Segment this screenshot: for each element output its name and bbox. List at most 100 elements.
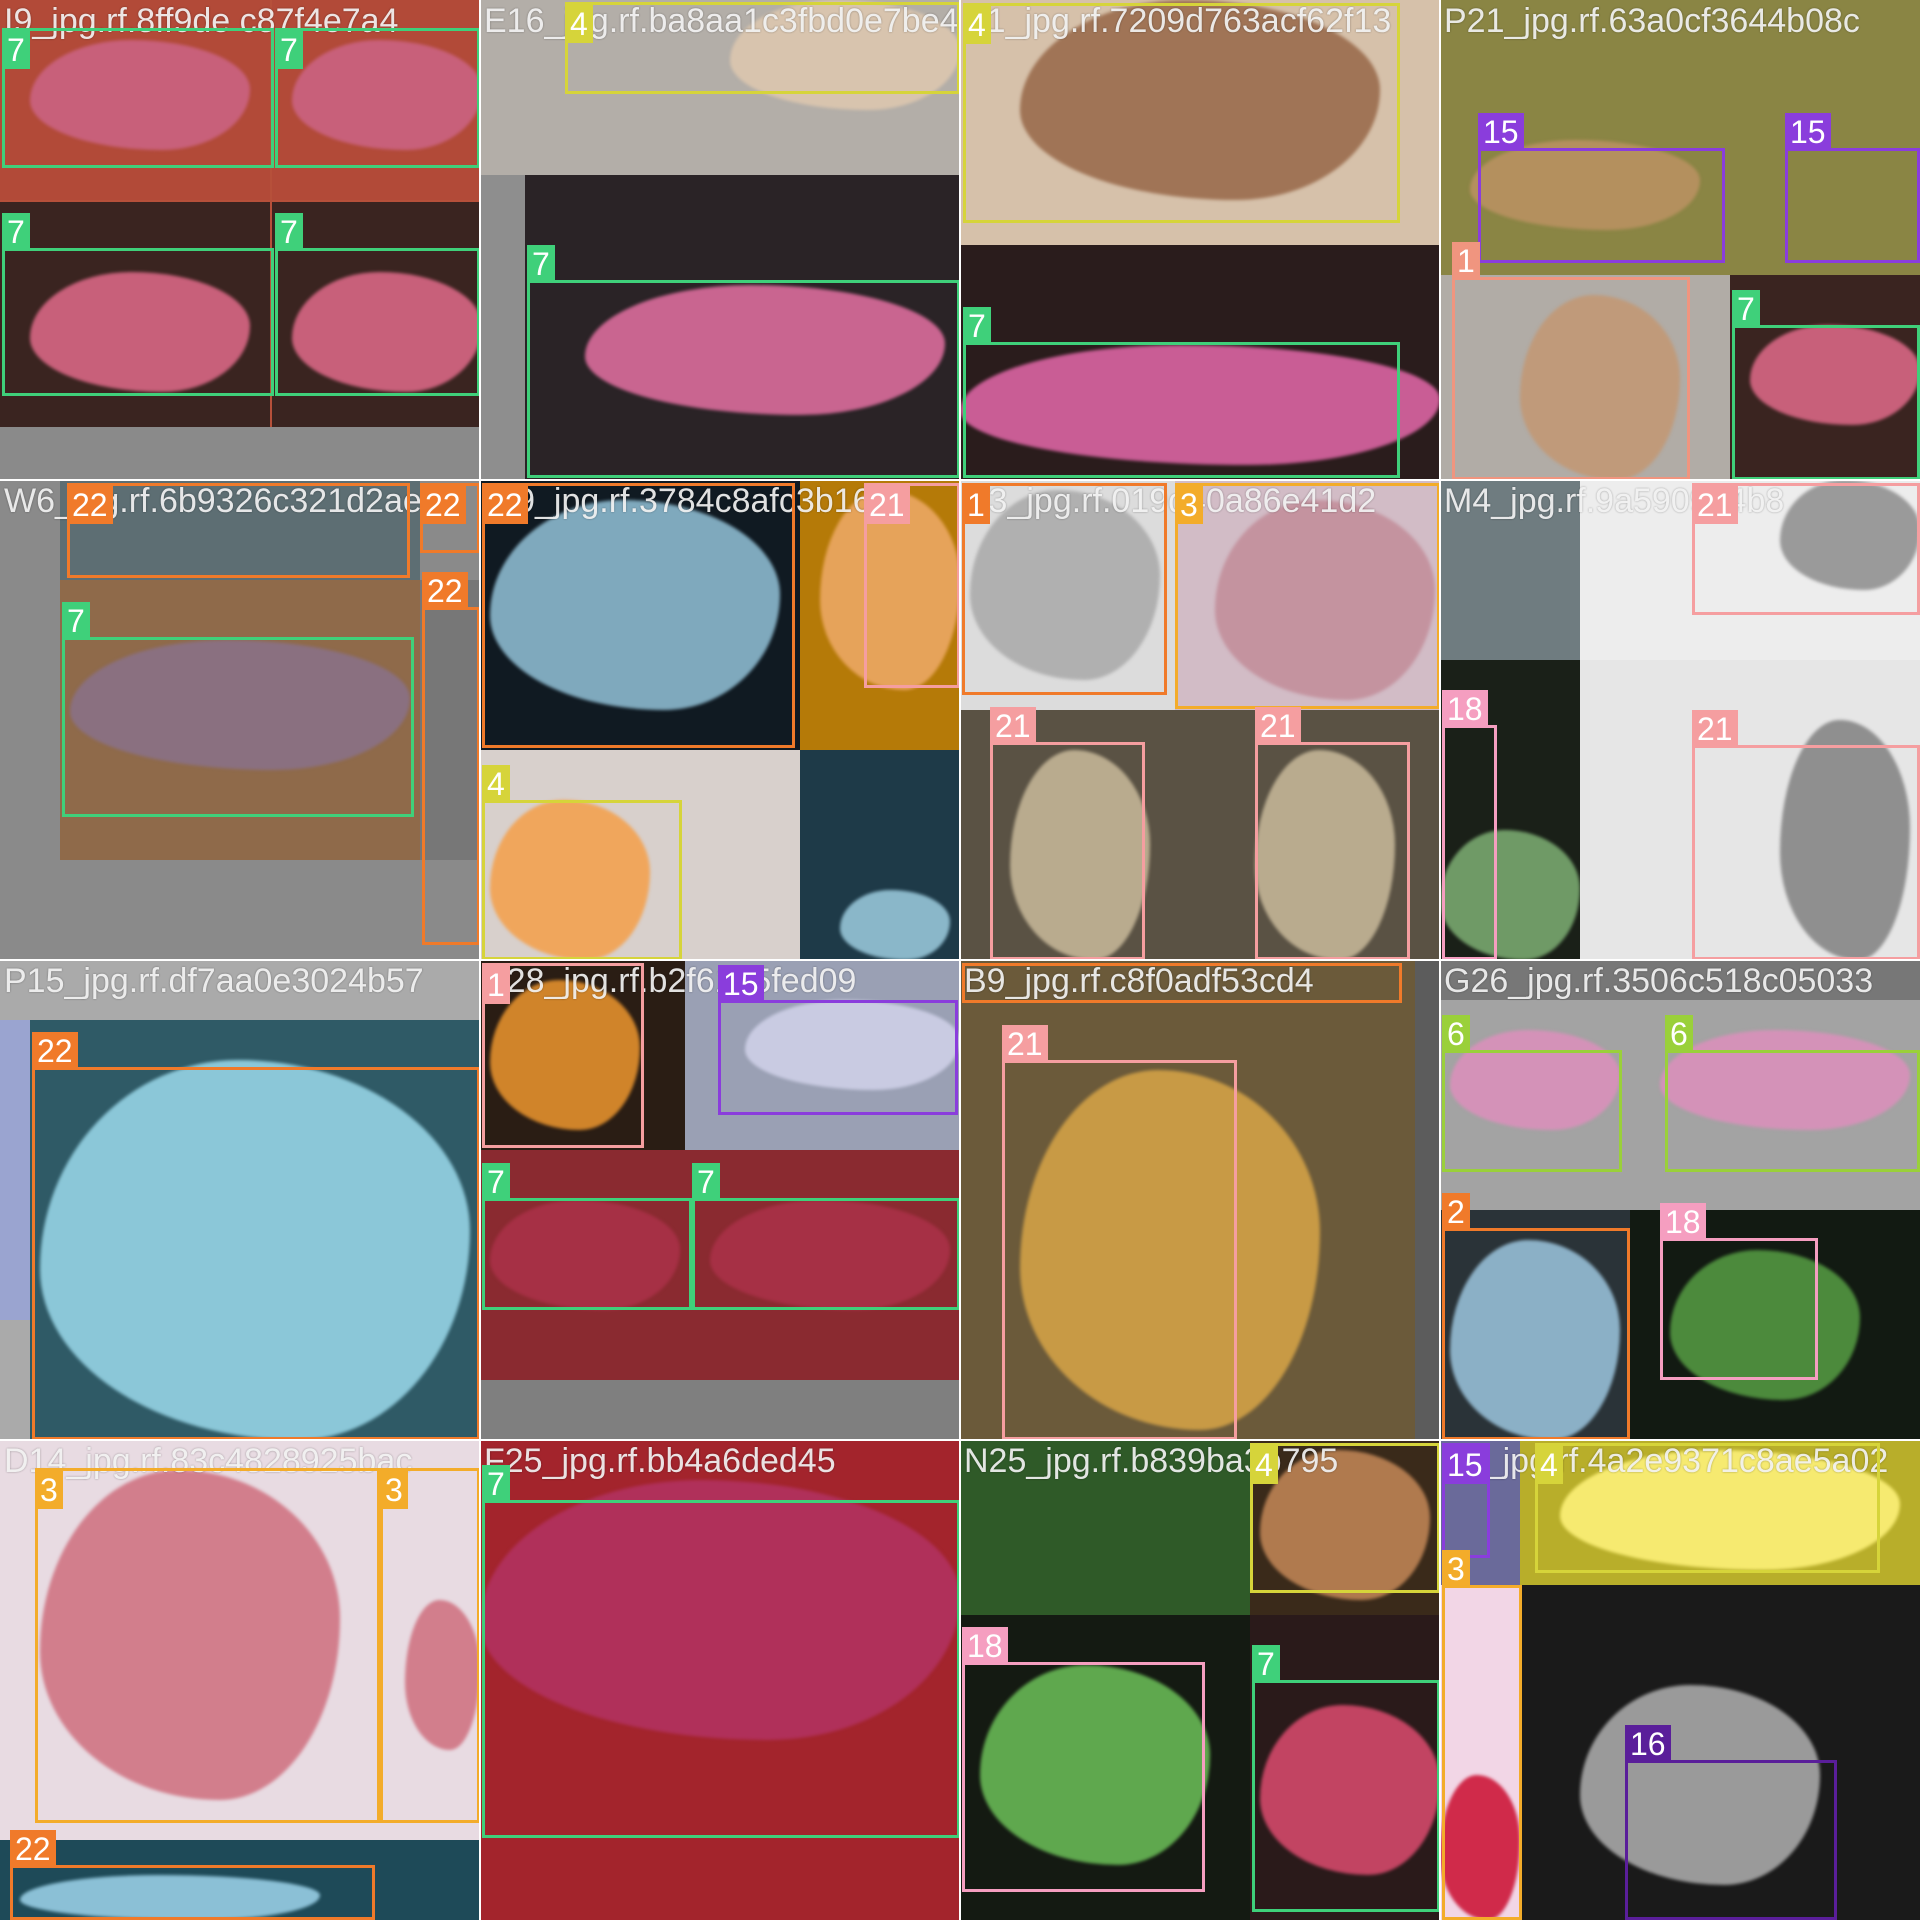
class-id-tag: 7 xyxy=(692,1163,720,1201)
tile-separator xyxy=(1439,0,1441,1920)
bounding-box: 15 xyxy=(718,965,958,1115)
mosaic-grid: I9_jpg.rf.8ff9de c87f4e7a4 7 7 7 7 E16_jpg.rf… xyxy=(0,0,1920,1920)
tile-image: C3_jpg.rf.019d40a86e41d2 1 3 21 21 xyxy=(960,480,1440,960)
bounding-box: 18 xyxy=(962,1627,1205,1892)
class-id-tag: 21 xyxy=(1255,707,1301,745)
bounding-box: 3 xyxy=(35,1468,380,1823)
bounding-box: 7 xyxy=(963,307,1400,478)
class-id-tag: 21 xyxy=(1002,1025,1048,1063)
class-id-tag: 3 xyxy=(380,1471,408,1509)
class-id-tag: 15 xyxy=(718,965,764,1003)
tile-image: N25_jpg.rf.b839ba3b795 4 18 7 xyxy=(960,1440,1440,1920)
class-id-tag: 6 xyxy=(1665,1015,1693,1053)
class-id-tag: 1 xyxy=(1452,242,1480,280)
class-id-tag: 22 xyxy=(10,1830,56,1868)
bounding-box: 7 xyxy=(2,28,274,168)
bounding-box: 7 xyxy=(527,245,960,478)
class-id-tag: 15 xyxy=(1478,113,1524,151)
bounding-box: 4 xyxy=(565,2,960,94)
bounding-box xyxy=(962,963,1402,1003)
class-id-tag: 22 xyxy=(32,1032,78,1070)
class-id-tag: 16 xyxy=(1625,1725,1671,1763)
bounding-box: 22 xyxy=(10,1830,375,1920)
bounding-box: 1 xyxy=(482,963,644,1148)
bounding-box: 18 xyxy=(1442,690,1497,960)
tile-filename-label: P15_jpg.rf.df7aa0e3024b57 xyxy=(4,962,424,1000)
class-id-tag: 22 xyxy=(482,486,528,524)
tile-image: M4_jpg.rf.9a590934b8 21 18 21 xyxy=(1440,480,1920,960)
bounding-box: 7 xyxy=(1252,1645,1440,1912)
bounding-box: 6 xyxy=(1665,1015,1920,1172)
class-id-tag: 4 xyxy=(1535,1446,1563,1484)
bounding-box: 16 xyxy=(1625,1725,1837,1920)
bounding-box: 7 xyxy=(275,213,480,396)
image-region xyxy=(0,427,480,480)
class-id-tag: 18 xyxy=(1442,690,1488,728)
bounding-box: 7 xyxy=(275,28,480,168)
bounding-box: 22 xyxy=(67,483,410,578)
tile-separator xyxy=(0,1439,1920,1441)
bounding-box: 21 xyxy=(990,707,1145,960)
tile-filename-label: P21_jpg.rf.63a0cf3644b08c xyxy=(1444,2,1860,40)
class-id-tag: 6 xyxy=(1442,1015,1470,1053)
class-id-tag: 3 xyxy=(1442,1550,1470,1588)
tile-image: G26_jpg.rf.3506c518c05033 6 6 2 18 xyxy=(1440,960,1920,1440)
class-id-tag: 7 xyxy=(275,213,303,251)
class-id-tag: 7 xyxy=(1732,290,1760,328)
class-id-tag: 3 xyxy=(35,1471,63,1509)
bounding-box: 3 xyxy=(1175,483,1440,709)
bounding-box: 21 xyxy=(864,483,960,688)
class-id-tag: 7 xyxy=(1252,1645,1280,1683)
bounding-box: 4 xyxy=(1250,1443,1440,1593)
bounding-box: 22 xyxy=(420,483,480,553)
tile-image: D14_jpg.rf.83c4828925bac 3 3 22 xyxy=(0,1440,480,1920)
class-id-tag: 22 xyxy=(67,486,113,524)
class-id-tag: 15 xyxy=(1442,1446,1488,1484)
bounding-box: 18 xyxy=(1660,1203,1818,1380)
bounding-box: 4 xyxy=(963,3,1400,223)
tile-image: F25_jpg.rf.bb4a6ded45 7 xyxy=(480,1440,960,1920)
class-id-tag: 7 xyxy=(527,245,555,283)
class-id-tag: 21 xyxy=(1692,710,1738,748)
bounding-box: 1 xyxy=(962,483,1167,695)
class-id-tag: 7 xyxy=(2,213,30,251)
tile-image: T5_jpg.rf.4a2e9371c8ae5a02 15 4 3 16 xyxy=(1440,1440,1920,1920)
tile-image: P15_jpg.rf.df7aa0e3024b57 22 xyxy=(0,960,480,1440)
bounding-box: 21 xyxy=(1002,1025,1237,1440)
bounding-box: 7 xyxy=(2,213,274,396)
tile-filename-label: F25_jpg.rf.bb4a6ded45 xyxy=(484,1442,836,1480)
class-id-tag: 7 xyxy=(2,31,30,69)
hand-shape xyxy=(840,890,950,960)
bounding-box: 15 xyxy=(1442,1443,1490,1558)
class-id-tag: 1 xyxy=(962,486,990,524)
bounding-box: 22 xyxy=(32,1032,480,1440)
tile-filename-label: G26_jpg.rf.3506c518c05033 xyxy=(1444,962,1874,1000)
class-id-tag: 18 xyxy=(1660,1203,1706,1241)
bounding-box: 22 xyxy=(422,572,480,945)
class-id-tag: 4 xyxy=(565,5,593,43)
class-id-tag: 4 xyxy=(963,6,991,44)
bounding-box: 15 xyxy=(1478,113,1725,263)
tile-separator xyxy=(0,959,1920,961)
bounding-box: 21 xyxy=(1692,710,1920,960)
bounding-box: 4 xyxy=(482,765,682,960)
image-region xyxy=(0,1020,30,1320)
class-id-tag: 7 xyxy=(482,1163,510,1201)
bounding-box: 7 xyxy=(482,1163,692,1310)
bounding-box: 7 xyxy=(62,602,414,817)
image-region xyxy=(1415,960,1440,1440)
tile-image: P21_jpg.rf.63a0cf3644b08c 15 15 1 7 xyxy=(1440,0,1920,480)
class-id-tag: 21 xyxy=(990,707,1036,745)
tile-image: E16_jpg.rf.ba8aa1c3fbd0e7be46 4 7 xyxy=(480,0,960,480)
bounding-box: 7 xyxy=(482,1465,960,1838)
bounding-box: 4 xyxy=(1535,1443,1880,1573)
class-id-tag: 7 xyxy=(963,307,991,345)
class-id-tag: 15 xyxy=(1785,113,1831,151)
tile-image: E1_jpg.rf.7209d763acf62f13 4 7 xyxy=(960,0,1440,480)
bounding-box: 2 xyxy=(1442,1193,1630,1440)
class-id-tag: 1 xyxy=(482,966,510,1004)
class-id-tag: 4 xyxy=(482,765,510,803)
bounding-box: 6 xyxy=(1442,1015,1622,1172)
class-id-tag: 21 xyxy=(864,486,910,524)
class-id-tag: 3 xyxy=(1175,486,1203,524)
